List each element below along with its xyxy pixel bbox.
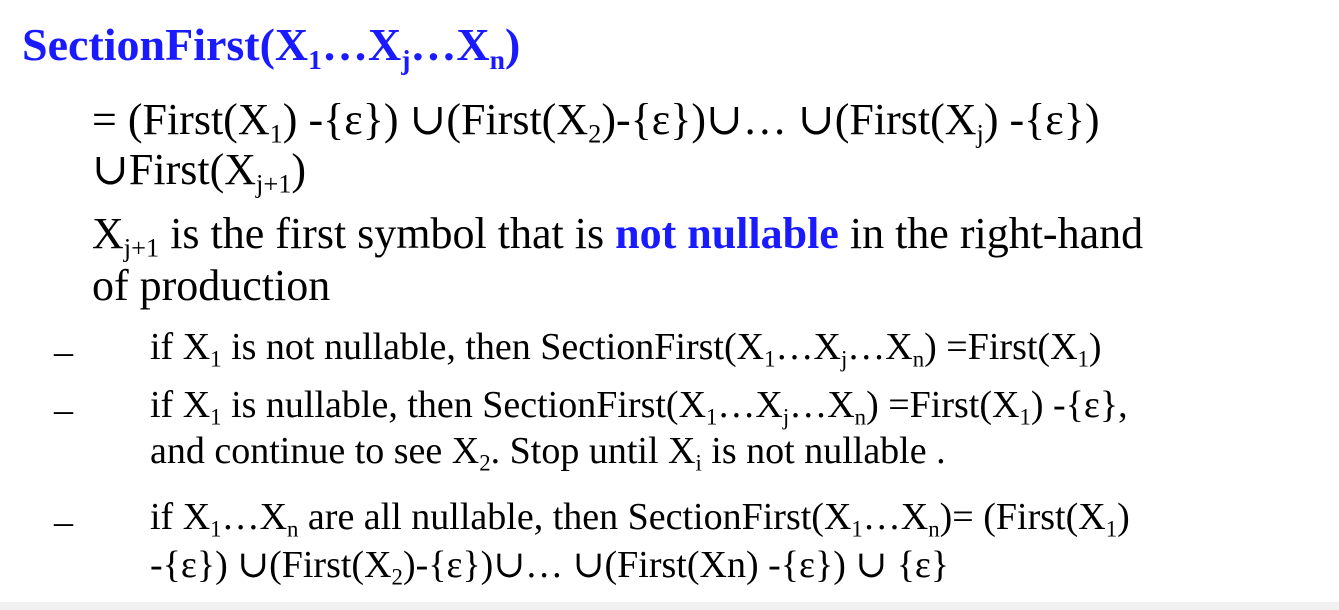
bullet-marker: – — [54, 389, 73, 431]
bullet-3-line-1: if X1…Xn are all nullable, then SectionF… — [150, 496, 1130, 542]
definition-line-1: = (First(X1) -{ε}) ∪(First(X2)-{ε})∪… ∪(… — [92, 95, 1100, 149]
bullet-3-line-2: -{ε}) ∪(First(X2)-{ε})∪… ∪(First(Xn) -{ε… — [150, 544, 950, 590]
bullet-marker: – — [54, 501, 73, 543]
bullet-2-line-1: if X1 is nullable, then SectionFirst(X1…… — [150, 384, 1128, 430]
bullet-1: if X1 is not nullable, then SectionFirst… — [150, 326, 1102, 372]
slide: SectionFirst(X1…Xj…Xn) = (First(X1) -{ε}… — [0, 0, 1339, 610]
bottom-strip — [0, 602, 1339, 610]
note-line-1: Xj+1 is the first symbol that is not nul… — [92, 209, 1144, 263]
bullet-marker: – — [54, 331, 73, 373]
note-line-2: of production — [92, 261, 331, 310]
definition-line-2: ∪First(Xj+1) — [92, 145, 307, 199]
slide-title: SectionFirst(X1…Xj…Xn) — [22, 19, 521, 75]
bullet-2-line-2: and continue to see X2. Stop until Xi is… — [150, 430, 946, 476]
highlight-not-nullable: not nullable — [615, 209, 839, 258]
